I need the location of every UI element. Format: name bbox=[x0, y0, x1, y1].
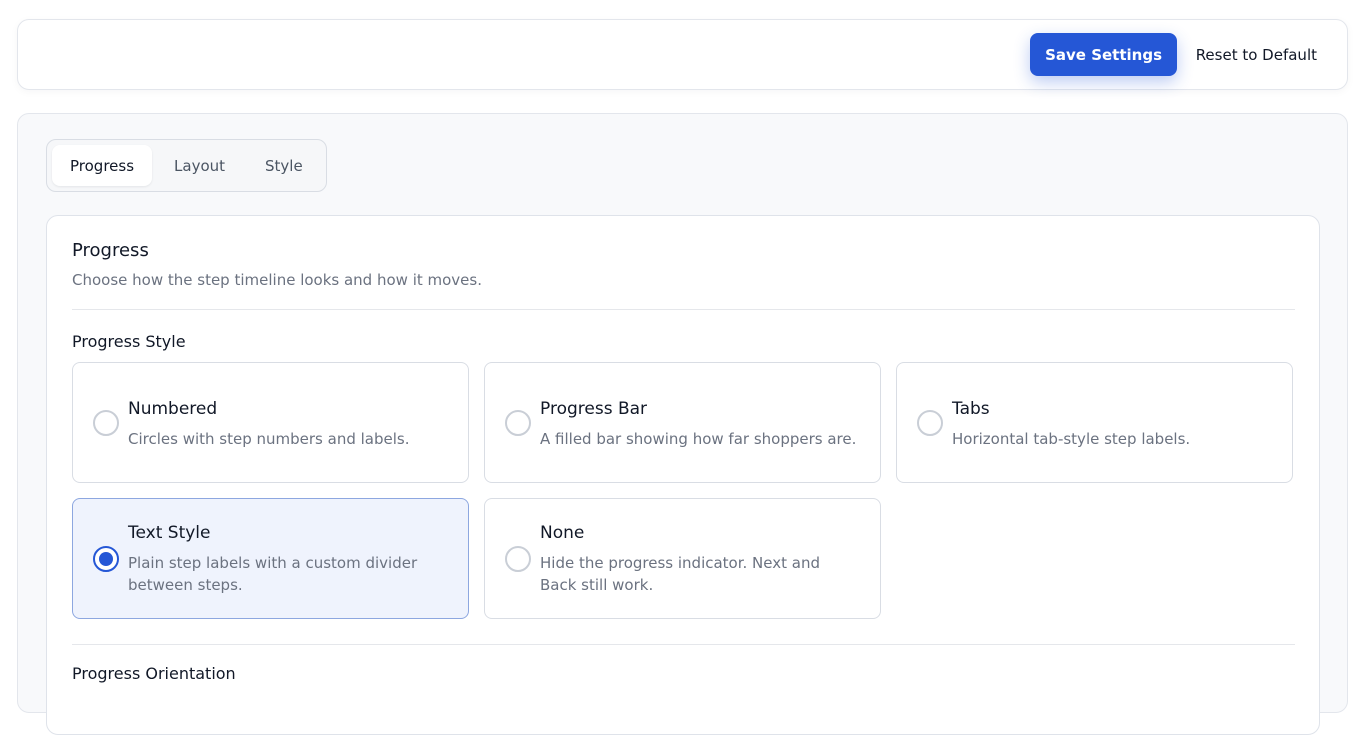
option-description: A filled bar showing how far shoppers ar… bbox=[540, 430, 857, 448]
option-description: Circles with step numbers and labels. bbox=[128, 430, 410, 448]
radio-button[interactable] bbox=[505, 410, 531, 436]
tab-layout[interactable]: Layout bbox=[156, 145, 243, 186]
section-title: Progress bbox=[72, 240, 149, 261]
option-description: Plain step labels with a custom divider … bbox=[128, 554, 418, 594]
tab-progress[interactable]: Progress bbox=[52, 145, 153, 186]
tab-style[interactable]: Style bbox=[247, 145, 321, 186]
option-title: Text Style bbox=[128, 523, 211, 543]
option-title: Progress Bar bbox=[540, 399, 648, 419]
option-none[interactable]: None Hide the progress indicator. Next a… bbox=[484, 498, 881, 619]
progress-style-label: Progress Style bbox=[72, 332, 186, 351]
option-title: Numbered bbox=[128, 399, 218, 419]
option-progress-bar[interactable]: Progress Bar A filled bar showing how fa… bbox=[484, 362, 881, 483]
radio-button[interactable] bbox=[917, 410, 943, 436]
option-description: Horizontal tab-style step labels. bbox=[952, 430, 1191, 448]
top-toolbar: Save Settings Reset to Default bbox=[17, 19, 1348, 90]
section-divider bbox=[72, 309, 1295, 310]
save-settings-button[interactable]: Save Settings bbox=[1030, 33, 1177, 76]
radio-button-selected[interactable] bbox=[93, 546, 119, 572]
option-numbered[interactable]: Numbered Circles with step numbers and l… bbox=[72, 362, 469, 483]
progress-settings-card: Progress Choose how the step timeline lo… bbox=[46, 215, 1320, 735]
radio-button[interactable] bbox=[505, 546, 531, 572]
option-description: Hide the progress indicator. Next and Ba… bbox=[540, 554, 820, 594]
option-tabs[interactable]: Tabs Horizontal tab-style step labels. bbox=[896, 362, 1293, 483]
settings-tabs: Progress Layout Style bbox=[46, 139, 327, 192]
option-title: None bbox=[540, 523, 585, 543]
settings-panel: Progress Layout Style Progress Choose ho… bbox=[17, 113, 1348, 735]
progress-orientation-label: Progress Orientation bbox=[72, 664, 236, 683]
reset-to-default-button[interactable]: Reset to Default bbox=[1184, 33, 1329, 76]
option-title: Tabs bbox=[952, 399, 990, 419]
section-description: Choose how the step timeline looks and h… bbox=[72, 271, 482, 289]
option-text-style[interactable]: Text Style Plain step labels with a cust… bbox=[72, 498, 469, 619]
section-divider bbox=[72, 644, 1295, 645]
radio-button[interactable] bbox=[93, 410, 119, 436]
